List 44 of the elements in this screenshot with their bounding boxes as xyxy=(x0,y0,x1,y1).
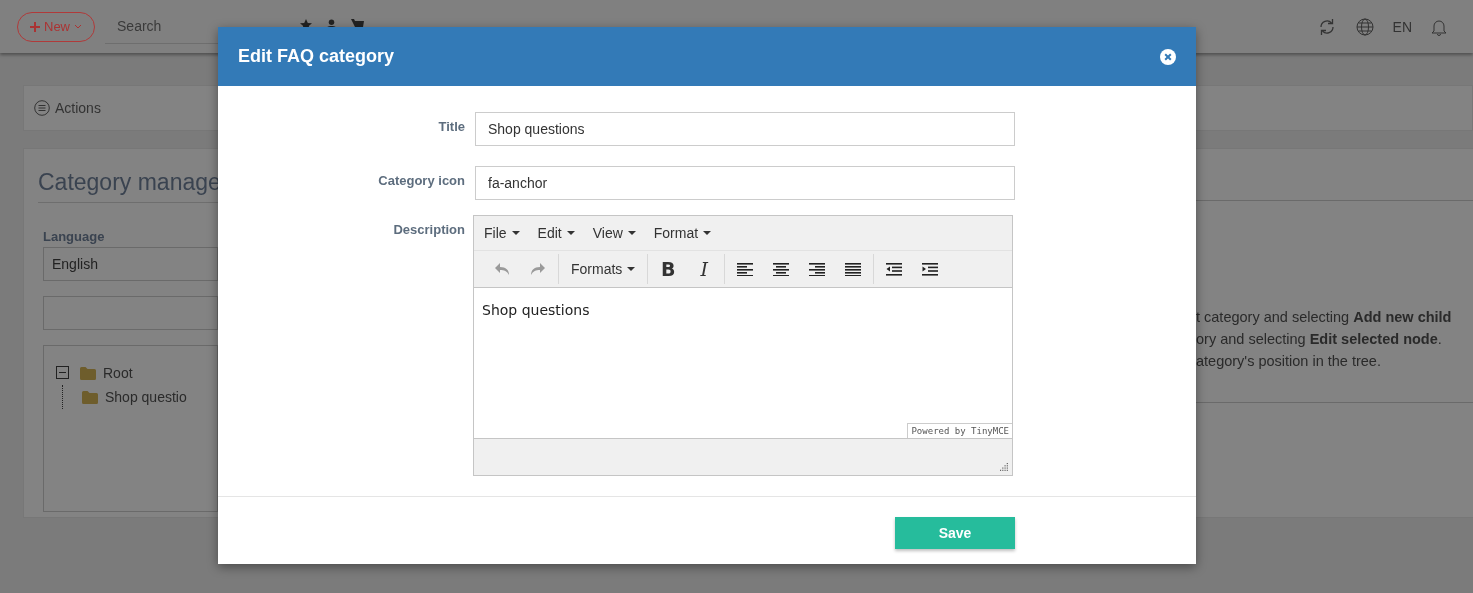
caret-icon xyxy=(566,231,575,235)
text-field[interactable] xyxy=(43,296,218,330)
language-select[interactable]: English xyxy=(43,247,218,281)
folder-icon xyxy=(80,366,96,380)
menu-item[interactable]: View xyxy=(586,225,642,241)
globe-icon[interactable] xyxy=(1355,17,1374,36)
formats-dropdown[interactable]: Formats xyxy=(561,261,646,277)
align-center-icon[interactable] xyxy=(773,262,790,276)
plus-icon xyxy=(30,21,40,32)
bell-icon[interactable] xyxy=(1431,17,1447,36)
close-icon[interactable] xyxy=(1160,48,1176,65)
tree-node[interactable]: Shop questio xyxy=(105,389,187,405)
align-right-icon[interactable] xyxy=(809,262,826,276)
align-justify-icon[interactable] xyxy=(845,262,862,276)
collapse-toggle-icon[interactable] xyxy=(56,366,70,380)
italic-button[interactable]: I xyxy=(686,257,723,281)
folder-icon xyxy=(82,390,98,404)
list-icon[interactable] xyxy=(34,100,50,116)
help-text: ory and selecting Edit selected node. xyxy=(1196,330,1443,349)
input-field[interactable]: fa-anchor xyxy=(475,166,1015,200)
input-field[interactable]: Shop questions xyxy=(475,112,1015,146)
help-text: t category and selecting Add new child xyxy=(1196,308,1453,327)
dialog-title: Edit FAQ category xyxy=(238,46,395,67)
indent-icon[interactable] xyxy=(922,262,939,276)
field-label: Category icon xyxy=(377,172,465,190)
caret-icon xyxy=(511,231,520,235)
caret-icon xyxy=(627,231,636,235)
resize-handle-icon[interactable] xyxy=(1000,463,1009,472)
bold-button[interactable]: B xyxy=(650,257,687,281)
tree-node[interactable]: Root xyxy=(103,365,133,381)
field-label: Description xyxy=(392,221,465,239)
align-left-icon[interactable] xyxy=(737,262,754,276)
menu-item[interactable]: File xyxy=(478,225,526,241)
outdent-icon[interactable] xyxy=(886,262,903,276)
field-label: Language xyxy=(43,229,106,244)
chevron-icon xyxy=(74,24,82,29)
menu-item[interactable]: Format xyxy=(647,225,718,241)
editor-text[interactable]: Shop questions xyxy=(474,288,1012,332)
caret-icon xyxy=(703,231,712,235)
branding-label: Powered by TinyMCE xyxy=(907,423,1012,438)
help-text: ategory's position in the tree. xyxy=(1196,352,1382,371)
caret-icon xyxy=(627,267,636,271)
field-label: Title xyxy=(437,118,465,136)
menu-item[interactable]: Edit xyxy=(531,225,581,241)
